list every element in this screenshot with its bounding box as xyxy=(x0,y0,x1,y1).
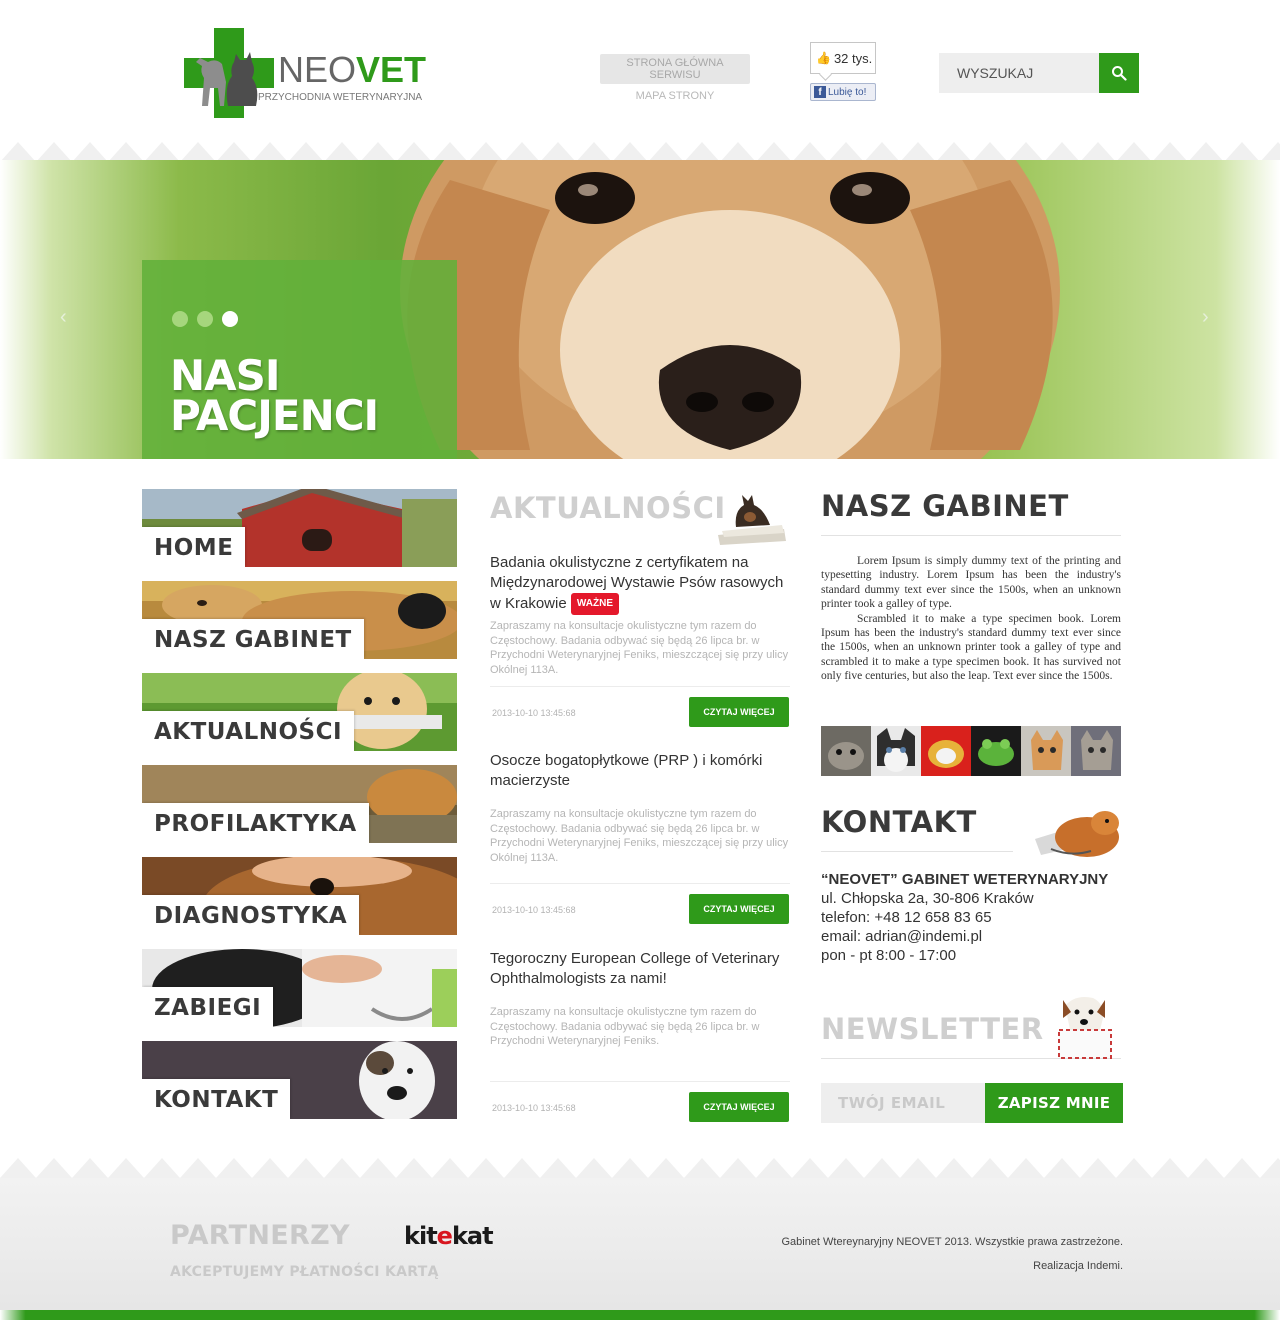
read-more-button[interactable]: CZYTAJ WIĘCEJ xyxy=(689,1092,789,1122)
news-date: 2013-10-10 13:45:68 xyxy=(492,1103,576,1113)
search-box xyxy=(939,53,1139,93)
husky-thumbnail[interactable] xyxy=(871,726,921,776)
credit-link[interactable]: Realizacja Indemi. xyxy=(781,1254,1123,1278)
dog-and-cat-logo-icon xyxy=(196,52,258,106)
nav-label: ZABIEGI xyxy=(142,987,274,1027)
news-item: Badania okulistyczne z certyfikatem na M… xyxy=(490,553,790,727)
puppy-on-newspapers-icon xyxy=(718,495,786,545)
news-date: 2013-10-10 13:45:68 xyxy=(492,905,576,915)
nav-label: PROFILAKTYKA xyxy=(142,803,369,843)
nav-item-diagnostyka[interactable]: DIAGNOSTYKA xyxy=(142,857,457,935)
facebook-icon: f xyxy=(814,86,826,98)
dog-with-envelope-icon xyxy=(1058,997,1112,1059)
slider-prev-arrow-icon[interactable]: ‹ xyxy=(60,306,67,329)
newsletter-section: NEWSLETTER ZAPISZ MNIE xyxy=(821,994,1123,1123)
dog-with-phone-icon xyxy=(1035,811,1119,857)
important-badge: WAŻNE xyxy=(570,593,619,615)
subscribe-button[interactable]: ZAPISZ MNIE xyxy=(985,1083,1123,1123)
slide-dot[interactable] xyxy=(197,311,213,327)
nav-label: NASZ GABINET xyxy=(142,619,364,659)
nav-label: AKTUALNOŚCI xyxy=(142,711,355,751)
brand-name: NEOVET xyxy=(278,49,427,90)
zigzag-divider-footer xyxy=(0,1156,1280,1178)
news-item: Tegoroczny European College of Veterinar… xyxy=(490,949,790,1122)
news-excerpt: Zapraszamy na konsultacje okulistyczne t… xyxy=(490,1006,760,1047)
nav-item-gabinet[interactable]: NASZ GABINET xyxy=(142,581,457,659)
news-title[interactable]: Tegoroczny European College of Veterinar… xyxy=(490,949,790,989)
copyright: Gabinet Wtereynaryjny NEOVET 2013. Wszys… xyxy=(781,1230,1123,1278)
nav-item-aktualnosci[interactable]: AKTUALNOŚCI xyxy=(142,673,457,751)
slide-dot[interactable] xyxy=(172,311,188,327)
facebook-like-box: 👍 32 tys. f Lubię to! xyxy=(810,42,878,101)
like-count-bubble: 👍 32 tys. xyxy=(810,42,876,74)
nav-item-home[interactable]: HOME xyxy=(142,489,457,567)
news-meta: 2013-10-10 13:45:68 CZYTAJ WIĘCEJ xyxy=(490,1081,790,1122)
nav-label: KONTAKT xyxy=(142,1079,291,1119)
brand-subtitle: PRZYCHODNIA WETERYNARYJNA xyxy=(258,92,423,103)
slider-next-arrow-icon[interactable]: › xyxy=(1202,306,1209,329)
frog-thumbnail[interactable] xyxy=(971,726,1021,776)
news-meta: 2013-10-10 13:45:68 CZYTAJ WIĘCEJ xyxy=(490,883,790,924)
thumbs-up-icon: 👍 xyxy=(816,51,831,65)
search-button[interactable] xyxy=(1099,53,1139,93)
nav-label: DIAGNOSTYKA xyxy=(142,895,360,935)
main-navigation: HOME NASZ GABINET AKTUALNOŚCI PROFILAKTY… xyxy=(142,489,457,1133)
nav-label: HOME xyxy=(142,527,246,567)
news-excerpt: Zapraszamy na konsultacje okulistyczne t… xyxy=(490,620,789,676)
contact-details: “NEOVET” GABINET WETERYNARYJNY ul. Chłop… xyxy=(821,870,1121,965)
slide-dot-active[interactable] xyxy=(222,311,238,327)
search-input[interactable] xyxy=(939,53,1099,93)
news-date: 2013-10-10 13:45:68 xyxy=(492,708,576,718)
address: ul. Chłopska 2a, 30-806 Kraków xyxy=(821,890,1034,907)
home-page-link[interactable]: STRONA GŁÓWNA SERWISU xyxy=(600,54,750,84)
bottom-green-bar xyxy=(0,1310,1280,1320)
card-payments-note: AKCEPTUJEMY PŁATNOŚCI KARTĄ xyxy=(170,1264,439,1280)
clinic-description: Lorem Ipsum is simply dummy text of the … xyxy=(821,555,1121,683)
email[interactable]: email: adrian@indemi.pl xyxy=(821,927,1121,946)
news-item: Osocze bogatopłytkowe (PRP ) i komórki m… xyxy=(490,751,790,924)
clinic-name: “NEOVET” GABINET WETERYNARYJNY xyxy=(821,871,1109,888)
news-excerpt: Zapraszamy na konsultacje okulistyczne t… xyxy=(490,808,789,864)
zigzag-divider-top xyxy=(0,140,1280,162)
sitemap-link[interactable]: MAPA STRONY xyxy=(600,90,750,102)
opening-hours: pon - pt 8:00 - 17:00 xyxy=(821,947,957,964)
facebook-like-button[interactable]: f Lubię to! xyxy=(810,83,876,101)
hero-slider: NASI PACJENCI ‹ › xyxy=(0,160,1280,459)
news-meta: 2013-10-10 13:45:68 CZYTAJ WIĘCEJ xyxy=(490,686,790,727)
nav-item-zabiegi[interactable]: ZABIEGI xyxy=(142,949,457,1027)
kitten-thumbnail[interactable] xyxy=(1021,726,1071,776)
rat-thumbnail[interactable] xyxy=(821,726,871,776)
hero-headline: NASI PACJENCI xyxy=(170,351,379,440)
top-links: STRONA GŁÓWNA SERWISU MAPA STRONY xyxy=(600,54,750,102)
search-icon xyxy=(1112,66,1127,81)
footer: PARTNERZY kitekat AKCEPTUJEMY PŁATNOŚCI … xyxy=(0,1178,1280,1310)
divider xyxy=(821,851,1013,852)
like-label: Lubię to! xyxy=(828,86,867,98)
logo[interactable]: NEOVET PRZYCHODNIA WETERYNARYJNA xyxy=(184,28,444,120)
tabby-kitten-thumbnail[interactable] xyxy=(1071,726,1121,776)
clinic-section: NASZ GABINET Lorem Ipsum is simply dummy… xyxy=(821,489,1121,684)
partners-heading: PARTNERZY xyxy=(170,1220,350,1251)
clinic-heading: NASZ GABINET xyxy=(821,489,1069,523)
read-more-button[interactable]: CZYTAJ WIĘCEJ xyxy=(689,894,789,924)
nav-item-kontakt[interactable]: KONTAKT xyxy=(142,1041,457,1119)
news-title[interactable]: Badania okulistyczne z certyfikatem na M… xyxy=(490,553,790,615)
read-more-button[interactable]: CZYTAJ WIĘCEJ xyxy=(689,697,789,727)
news-title[interactable]: Osocze bogatopłytkowe (PRP ) i komórki m… xyxy=(490,751,790,791)
nav-item-profilaktyka[interactable]: PROFILAKTYKA xyxy=(142,765,457,843)
patients-gallery xyxy=(821,726,1121,776)
slider-dots xyxy=(172,311,238,327)
kitekat-logo[interactable]: kitekat xyxy=(404,1222,494,1250)
like-count: 32 tys. xyxy=(833,50,873,66)
news-section: AKTUALNOŚCI Badania okulistyczne z certy… xyxy=(490,489,790,1122)
guinea-pig-thumbnail[interactable] xyxy=(921,726,971,776)
divider xyxy=(821,535,1121,536)
newsletter-form: ZAPISZ MNIE xyxy=(821,1083,1123,1123)
phone[interactable]: telefon: +48 12 658 83 65 xyxy=(821,908,1121,927)
email-field[interactable] xyxy=(821,1083,985,1123)
contact-section: KONTAKT “NEOVET” GABINET WETERYNARYJNY u… xyxy=(821,805,1121,965)
